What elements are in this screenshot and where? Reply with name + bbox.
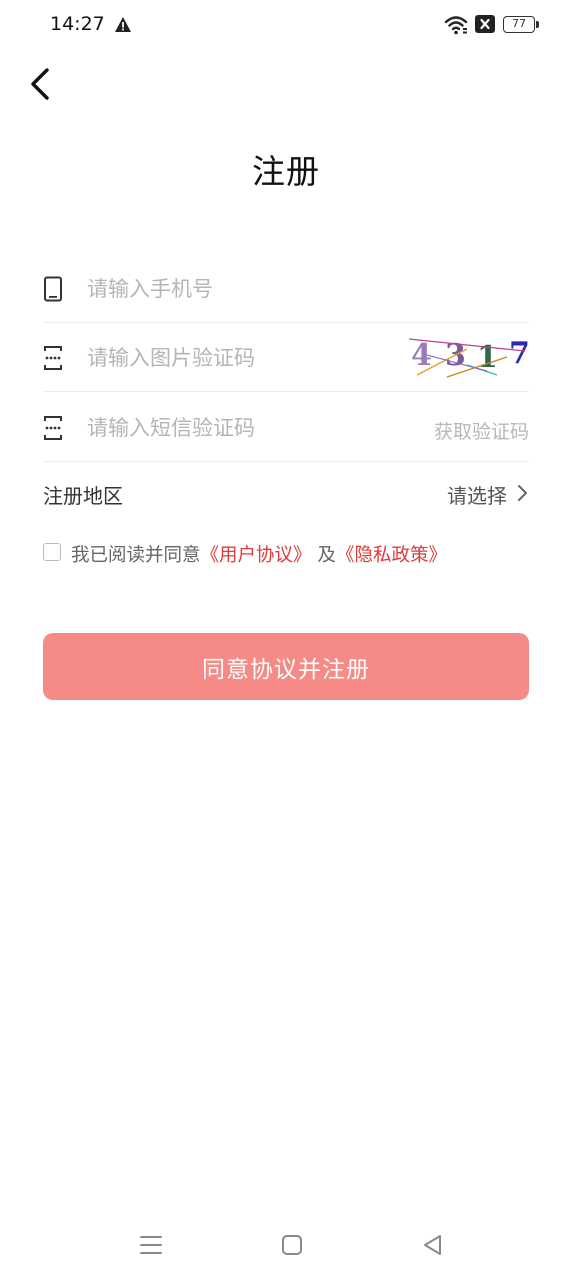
phone-row xyxy=(43,254,529,323)
back-nav-icon[interactable] xyxy=(420,1232,446,1258)
agreement-checkbox[interactable] xyxy=(43,543,61,561)
battery-icon: 77 xyxy=(503,16,535,33)
agreement-prefix: 我已阅读并同意 xyxy=(71,545,201,566)
register-screen: 14:27 77 注册 请输入手机号 请输入图片验证码 4 1 7 请输入短信验… xyxy=(0,0,572,1280)
phone-icon xyxy=(44,276,62,302)
code-icon xyxy=(44,416,62,440)
menu-icon[interactable] xyxy=(138,1232,164,1258)
battery-level: 77 xyxy=(512,17,526,30)
sim-blocked-icon xyxy=(475,15,495,33)
system-nav-bar xyxy=(0,1220,572,1270)
sms-code-input[interactable] xyxy=(87,410,387,446)
sms-code-row: 获取验证码 xyxy=(43,393,529,462)
region-label: 注册地区 xyxy=(43,484,123,508)
page-title: 注册 xyxy=(252,152,320,191)
region-selector[interactable]: 注册地区 请选择 xyxy=(43,466,529,520)
chevron-left-icon xyxy=(31,68,49,100)
phone-input[interactable] xyxy=(87,271,387,307)
battery-tip xyxy=(536,21,539,28)
image-code-input[interactable] xyxy=(87,340,387,376)
agreement-row: 我已阅读并同意《用户协议》 及《隐私政策》 xyxy=(43,540,529,570)
warning-icon xyxy=(115,17,131,32)
get-sms-code-button[interactable]: 获取验证码 xyxy=(434,417,529,444)
status-bar: 14:27 77 xyxy=(0,0,572,52)
code-icon xyxy=(44,346,62,370)
agreement-text: 我已阅读并同意《用户协议》 及《隐私政策》 xyxy=(71,541,447,567)
home-icon[interactable] xyxy=(279,1232,305,1258)
user-agreement-link[interactable]: 《用户协议》 xyxy=(201,545,312,566)
back-button[interactable] xyxy=(24,64,60,104)
region-value: 请选择 xyxy=(447,484,507,508)
submit-register-button[interactable]: 同意协议并注册 xyxy=(43,633,529,700)
wifi-icon xyxy=(444,16,468,35)
image-code-row: 4317 4 3 1 7 xyxy=(43,323,529,392)
chevron-right-icon xyxy=(518,485,527,501)
captcha-image[interactable]: 4317 4 3 1 7 xyxy=(407,335,529,381)
privacy-policy-link[interactable]: 《隐私政策》 xyxy=(336,545,447,566)
status-time: 14:27 xyxy=(50,13,105,35)
svg-text:7: 7 xyxy=(509,336,529,371)
agreement-and: 及 xyxy=(317,545,336,566)
